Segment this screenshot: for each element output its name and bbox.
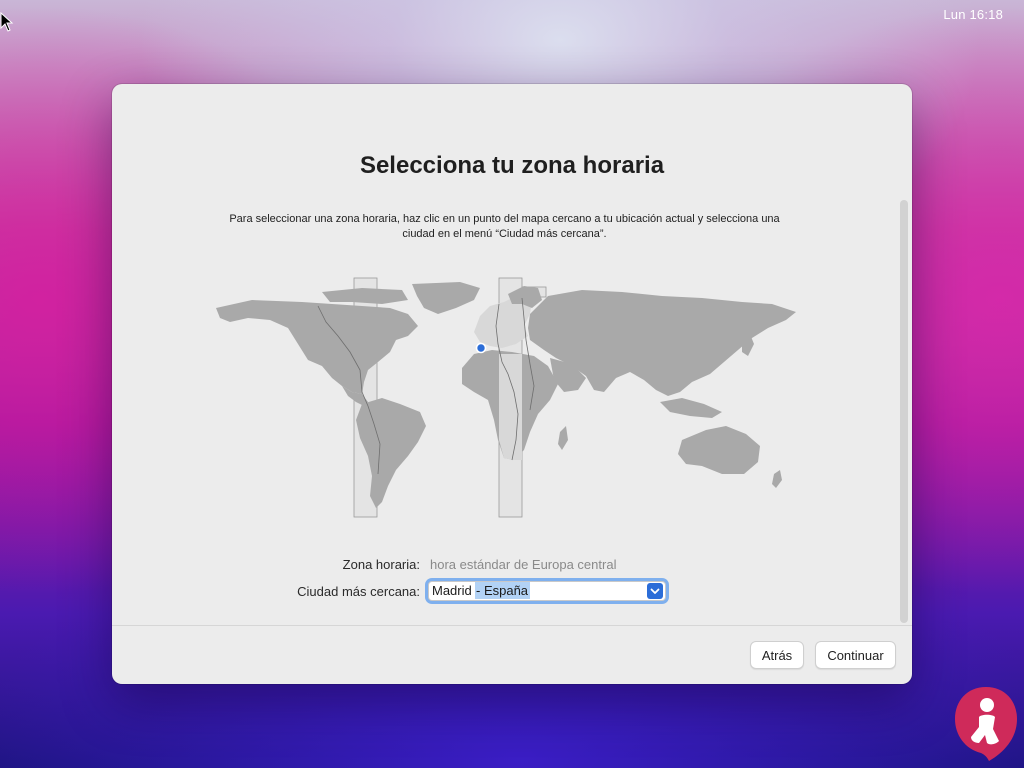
chevron-up-down-icon[interactable]	[647, 583, 663, 599]
selected-country-highlight: - España	[475, 582, 531, 599]
southeast-asia-islands	[660, 398, 722, 418]
closest-city-label: Ciudad más cercana:	[297, 584, 420, 599]
new-zealand-landmass	[772, 470, 782, 488]
timezone-value: hora estándar de Europa central	[430, 557, 617, 572]
north-america-landmass	[216, 300, 418, 394]
desktop: Lun 16:18 Selecciona tu zona horaria Par…	[0, 0, 1024, 768]
footer-divider	[112, 625, 912, 626]
instructions-text: Para seleccionar una zona horaria, haz c…	[229, 213, 780, 240]
africa-selected-zone	[499, 354, 522, 460]
timezone-row: Zona horaria: hora estándar de Europa ce…	[112, 554, 912, 576]
australia-landmass	[678, 426, 760, 474]
page-title: Selecciona tu zona horaria	[359, 152, 665, 179]
greenland-landmass	[412, 282, 480, 314]
back-button[interactable]: Atrás	[750, 641, 804, 669]
closest-city-select[interactable]: Madrid - España	[428, 581, 666, 601]
timezone-label: Zona horaria:	[342, 557, 420, 572]
menubar-clock: Lun 16:18	[943, 7, 1003, 22]
closest-city-row: Ciudad más cercana: Madrid - España	[112, 581, 912, 603]
world-timezone-map[interactable]	[212, 274, 802, 524]
arrow-cursor-icon	[0, 12, 14, 32]
continue-button[interactable]: Continuar	[815, 641, 896, 669]
selected-city: Madrid	[432, 583, 472, 598]
arctic-islands	[322, 288, 408, 304]
madagascar-landmass	[558, 426, 568, 450]
location-dot-icon[interactable]	[475, 342, 487, 354]
vertical-scrollbar[interactable]	[900, 200, 908, 623]
help-person-logo	[955, 687, 1017, 761]
timezone-setup-window: Selecciona tu zona horaria Para seleccio…	[112, 84, 912, 684]
